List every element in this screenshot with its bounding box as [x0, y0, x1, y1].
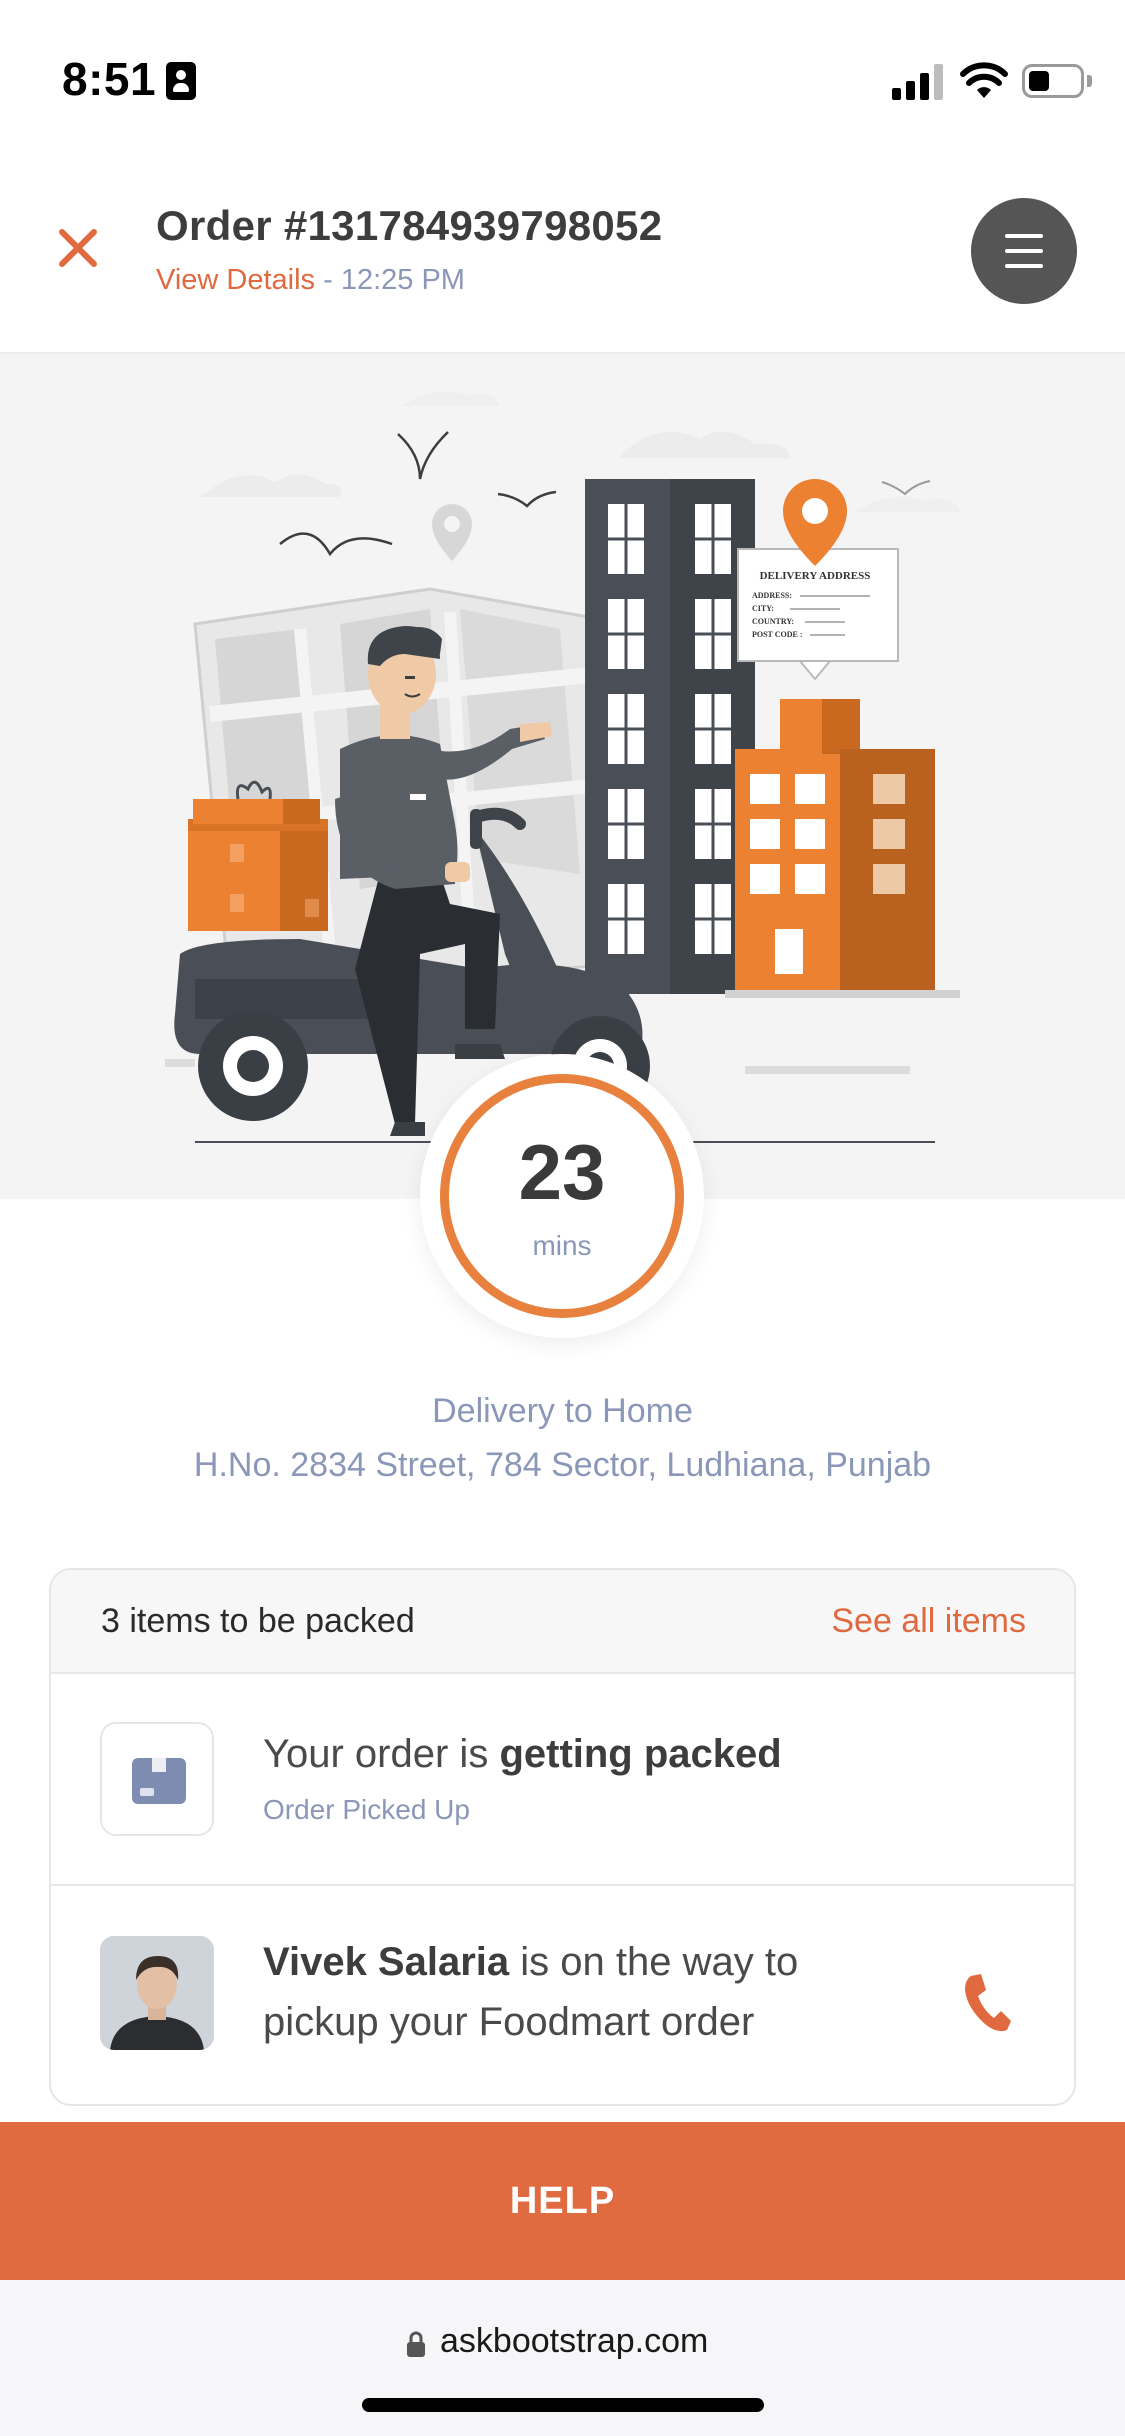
id-card-icon	[166, 62, 196, 100]
package-icon-box	[100, 1722, 214, 1836]
order-status-card: 3 items to be packed See all items Your …	[49, 1568, 1076, 2106]
home-indicator[interactable]	[362, 2398, 764, 2412]
delivery-label: Delivery to Home	[432, 1392, 693, 1430]
phone-icon[interactable]	[957, 1970, 1013, 2034]
packing-substatus: Order Picked Up	[263, 1794, 470, 1825]
package-icon	[132, 1758, 186, 1804]
help-button[interactable]: HELP	[0, 2122, 1125, 2280]
battery-icon	[1022, 64, 1084, 98]
avatar	[100, 1936, 214, 2050]
browser-address-bar[interactable]: askbootstrap.com	[0, 2280, 1125, 2436]
sign-line: ADDRESS:	[752, 591, 792, 600]
order-separator: -	[315, 264, 341, 296]
packing-status-prefix: Your order is	[263, 1732, 500, 1776]
cellular-signal-icon	[892, 64, 944, 100]
packing-status-row: Your order is getting packed Order Picke…	[51, 1674, 1074, 1886]
close-icon[interactable]	[50, 220, 106, 276]
delivery-address: H.No. 2834 Street, 784 Sector, Ludhiana,…	[193, 1446, 932, 1484]
status-time: 8:51	[62, 53, 157, 105]
rider-avatar-image	[100, 1936, 214, 2050]
order-header: Order #131784939798052 View Details - 12…	[0, 150, 1125, 354]
packing-status-bold: getting packed	[499, 1732, 782, 1776]
order-title: Order #131784939798052	[156, 202, 663, 249]
lock-icon	[407, 2331, 425, 2357]
wifi-icon	[960, 62, 1008, 98]
status-bar: 8:51	[0, 0, 1125, 150]
sign-line: COUNTRY:	[752, 617, 794, 626]
battery-tip	[1087, 75, 1092, 87]
order-time: 12:25 PM	[340, 264, 465, 296]
items-count-label: 3 items to be packed	[101, 1602, 415, 1640]
timer-value: 23	[518, 1128, 606, 1216]
packing-status-text: Your order is getting packed	[263, 1732, 782, 1777]
hamburger-menu-icon[interactable]	[971, 198, 1077, 304]
rider-row: Vivek Salaria is on the way to pickup yo…	[51, 1886, 1074, 2104]
timer-unit: mins	[532, 1230, 592, 1261]
card-header: 3 items to be packed See all items	[51, 1570, 1074, 1674]
rider-name: Vivek Salaria	[263, 1940, 510, 1984]
rider-message: Vivek Salaria is on the way to pickup yo…	[263, 1932, 903, 2052]
see-all-items-link[interactable]: See all items	[831, 1602, 1026, 1641]
sign-line: CITY:	[752, 604, 774, 613]
order-subtitle: View Details - 12:25 PM	[156, 264, 465, 297]
eta-timer: 23 mins	[420, 1054, 704, 1338]
url-text[interactable]: askbootstrap.com	[440, 2322, 708, 2361]
sign-title: DELIVERY ADDRESS	[760, 570, 871, 582]
sign-line: POST CODE :	[752, 630, 803, 639]
view-details-link[interactable]: View Details	[156, 264, 315, 296]
